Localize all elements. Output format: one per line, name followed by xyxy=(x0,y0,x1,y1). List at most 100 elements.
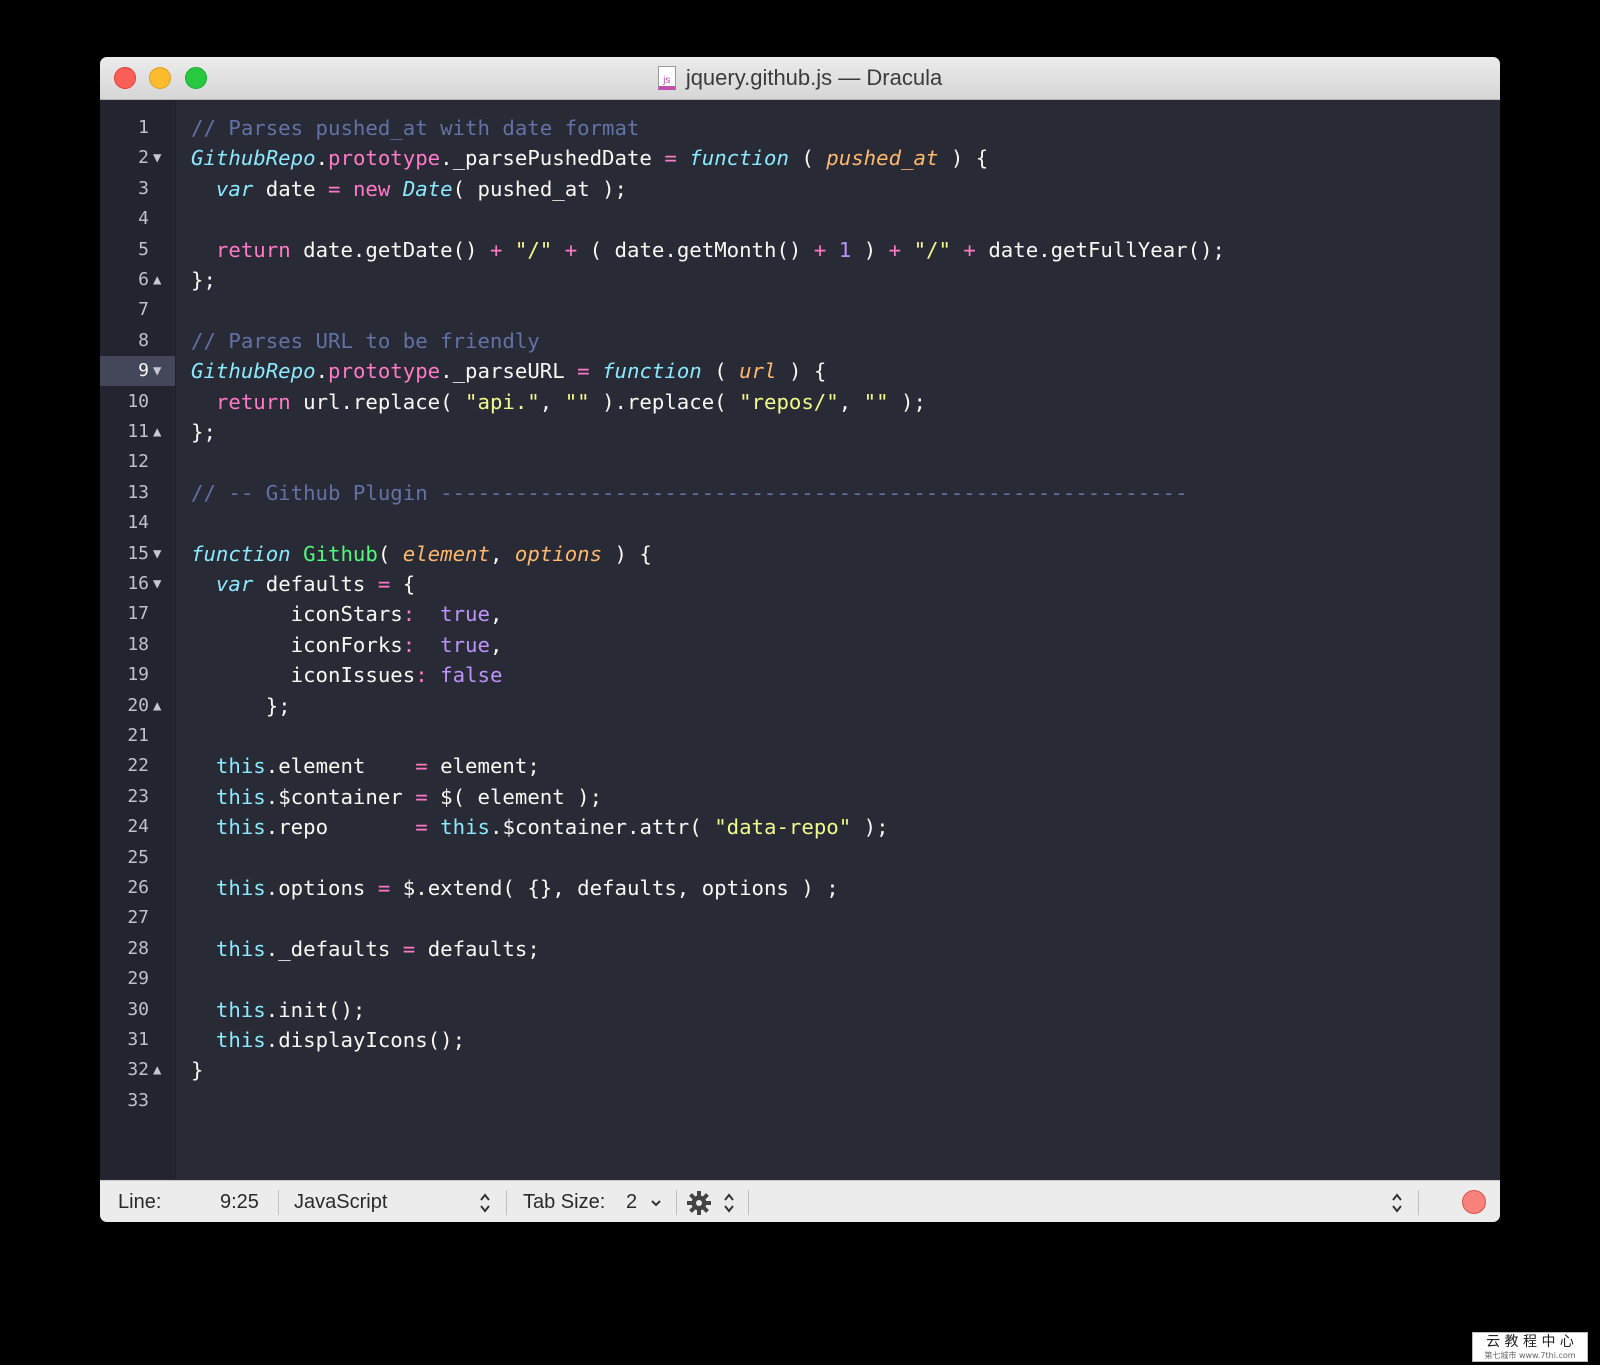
code-line[interactable]: var date = new Date( pushed_at ); xyxy=(191,174,627,204)
code-token: function xyxy=(602,359,702,384)
fold-triangle-down-icon[interactable]: ▼ xyxy=(153,569,161,599)
line-number: 26 xyxy=(100,873,175,903)
code-token: + xyxy=(963,237,976,262)
settings-updown-icon[interactable] xyxy=(722,1190,736,1216)
fold-triangle-up-icon[interactable]: ▲ xyxy=(153,1055,161,1085)
code-token: + xyxy=(564,237,578,262)
code-token: iconForks xyxy=(191,632,403,657)
line-number: 13 xyxy=(100,478,175,508)
tab-size-value[interactable]: 2 xyxy=(626,1181,637,1222)
language-updown-icon[interactable] xyxy=(478,1190,492,1216)
code-token: = xyxy=(664,146,677,171)
code-token: ); xyxy=(888,389,926,414)
code-token: url xyxy=(739,359,777,384)
code-line[interactable]: this.init(); xyxy=(191,995,365,1025)
code-token: function xyxy=(689,146,789,171)
code-line[interactable]: this.repo = this.$container.attr( "data-… xyxy=(191,812,889,842)
code-line[interactable]: var defaults = { xyxy=(191,569,415,599)
code-line[interactable]: } xyxy=(191,1055,203,1085)
code-token: ._defaults xyxy=(265,936,403,961)
line-number: 15 ▼ xyxy=(100,539,175,569)
code-token: .repo xyxy=(265,815,416,840)
code-token: ( xyxy=(377,541,403,566)
code-token: false xyxy=(440,663,503,688)
code-token: ) { xyxy=(776,359,827,384)
fold-triangle-down-icon[interactable]: ▼ xyxy=(153,356,161,386)
line-number: 21 xyxy=(100,721,175,751)
code-area[interactable]: // Parses pushed_at with date format Gith… xyxy=(191,100,1491,1179)
code-token: . xyxy=(315,146,329,171)
code-token: ( xyxy=(788,146,827,171)
code-token: prototype xyxy=(328,359,441,384)
code-token: return xyxy=(215,237,291,262)
code-line[interactable]: // -- Github Plugin --------------------… xyxy=(191,478,1187,508)
line-number: 25 xyxy=(100,843,175,873)
line-number: 9 ▼ xyxy=(100,356,175,387)
code-line[interactable]: function Github( element, options ) { xyxy=(191,539,652,569)
tab-size-label: Tab Size: xyxy=(523,1191,606,1213)
code-line[interactable]: this.options = $.extend( {}, defaults, o… xyxy=(191,873,839,903)
symbols-updown-icon[interactable] xyxy=(1390,1190,1404,1216)
code-line[interactable]: iconStars: true, xyxy=(191,599,503,629)
code-token: .options xyxy=(265,876,378,900)
code-line[interactable]: }; xyxy=(191,691,291,721)
line-number-label: 29 xyxy=(127,968,149,990)
fold-triangle-up-icon[interactable]: ▲ xyxy=(153,691,161,721)
code-token: element; xyxy=(427,754,540,779)
fold-triangle-up-icon[interactable]: ▲ xyxy=(153,265,161,295)
code-line[interactable]: this._defaults = defaults; xyxy=(191,934,540,964)
line-number: 16 ▼ xyxy=(100,569,175,599)
status-divider xyxy=(278,1190,279,1215)
code-token: = xyxy=(377,572,391,596)
line-number: 18 xyxy=(100,630,175,660)
line-number-label: 32 xyxy=(127,1059,149,1081)
code-token: .init(); xyxy=(265,997,366,1022)
code-token: .element xyxy=(265,754,416,779)
code-line[interactable]: iconIssues: false xyxy=(191,660,503,690)
language-selector[interactable]: JavaScript xyxy=(294,1181,387,1222)
code-token: defaults xyxy=(253,572,378,596)
macro-record-button[interactable] xyxy=(1462,1190,1486,1214)
fold-triangle-down-icon[interactable]: ▼ xyxy=(153,143,161,173)
code-line[interactable]: this.element = element; xyxy=(191,751,540,781)
code-token: date.getDate() xyxy=(290,237,490,262)
line-number: 4 xyxy=(100,204,175,234)
code-line[interactable]: // Parses pushed_at with date format xyxy=(191,113,639,143)
fold-triangle-down-icon[interactable]: ▼ xyxy=(153,539,161,569)
line-number-label: 6 xyxy=(138,269,149,290)
cursor-position[interactable]: 9:25 xyxy=(220,1181,259,1222)
line-number-label: 28 xyxy=(127,937,149,959)
code-line[interactable]: return url.replace( "api.", "" ).replace… xyxy=(191,387,926,417)
code-line[interactable]: }; xyxy=(191,265,216,295)
code-line[interactable]: GithubRepo.prototype._parsePushedDate = … xyxy=(191,143,988,173)
code-token: ._parseURL xyxy=(440,359,578,384)
chevron-down-icon[interactable] xyxy=(649,1190,663,1216)
line-number-label: 16 xyxy=(127,573,149,594)
code-line[interactable]: }; xyxy=(191,417,216,447)
code-line[interactable]: GithubRepo.prototype._parseURL = functio… xyxy=(191,356,826,386)
code-token: "repos/" xyxy=(739,389,839,414)
code-editor[interactable]: 1 2 ▼ 3 4 5 6 ▲ 7 8 9 ▼ 10 11 ▲ 12 13 14 15 ▼ 16 ▼ 17 18 19 20 ▲ 21… xyxy=(100,100,1500,1179)
gear-icon[interactable] xyxy=(686,1190,712,1216)
code-line[interactable]: iconForks: true, xyxy=(191,630,503,660)
fold-triangle-up-icon[interactable]: ▲ xyxy=(153,417,161,447)
code-line[interactable]: return date.getDate() + "/" + ( date.get… xyxy=(191,235,1225,265)
code-line[interactable]: this.displayIcons(); xyxy=(191,1025,465,1055)
line-number-label: 10 xyxy=(127,390,149,412)
line-number-label: 27 xyxy=(127,907,149,929)
status-divider xyxy=(506,1190,507,1215)
code-line[interactable]: this.$container = $( element ); xyxy=(191,782,602,812)
line-number-label: 14 xyxy=(127,512,149,534)
code-token: pushed_at xyxy=(826,146,939,171)
code-line[interactable]: // Parses URL to be friendly xyxy=(191,326,540,356)
code-token: "data-repo" xyxy=(714,815,852,840)
line-number-label: 1 xyxy=(138,117,149,138)
line-number: 2 ▼ xyxy=(100,143,175,173)
